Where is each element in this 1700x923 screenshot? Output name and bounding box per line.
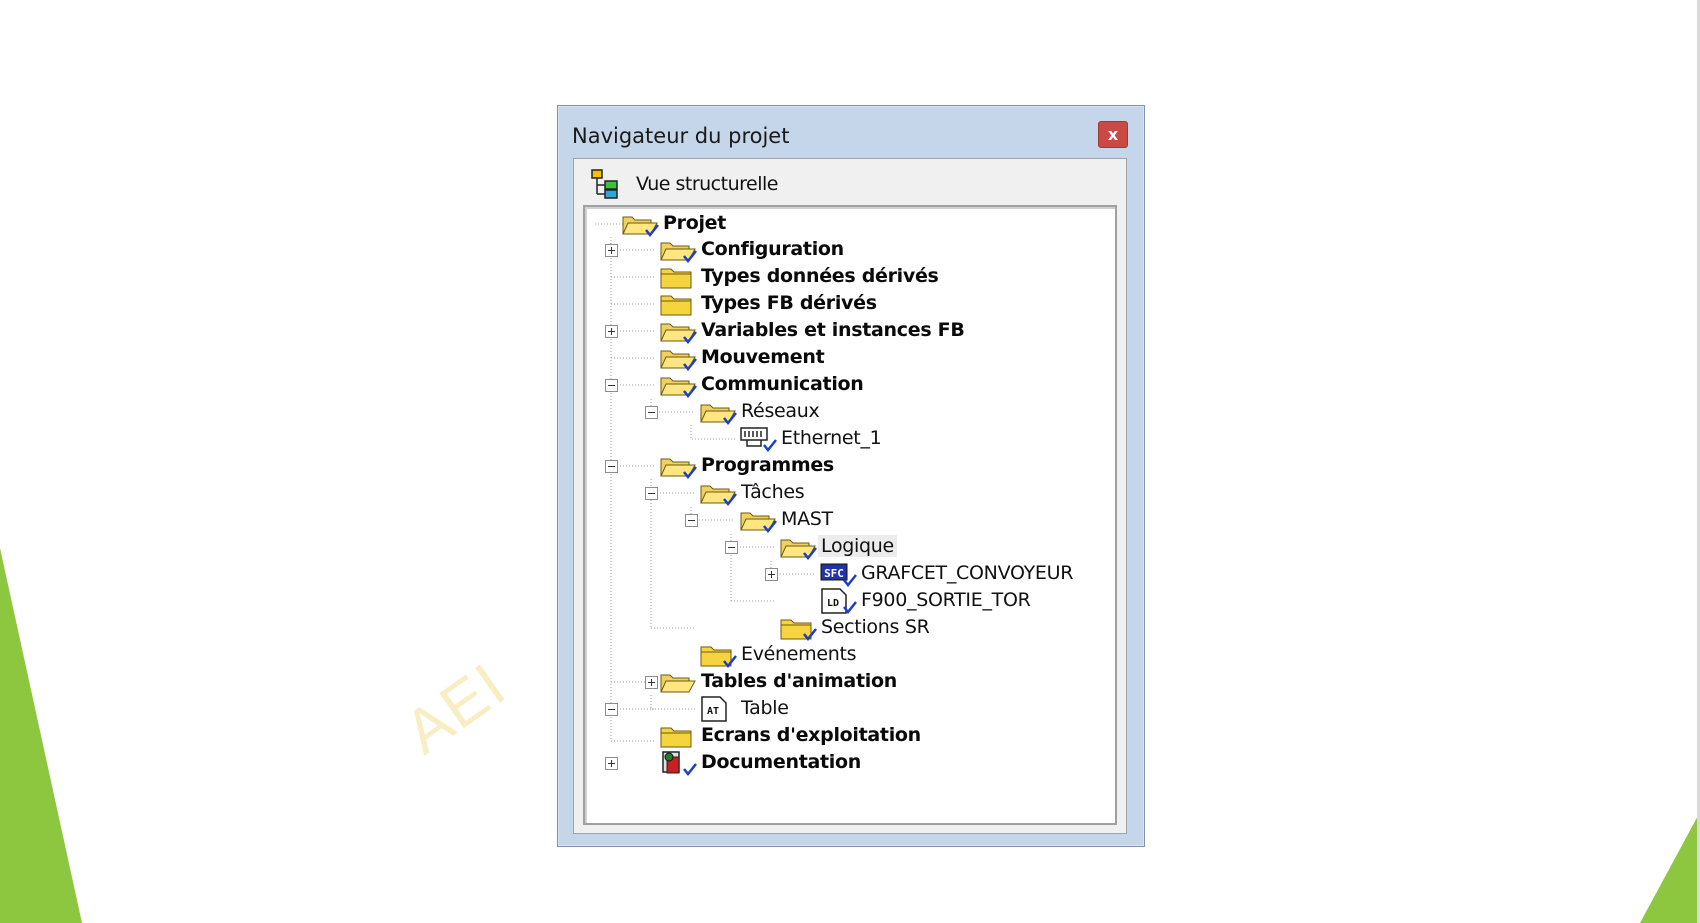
expand-toggle-grafcet[interactable]	[765, 568, 778, 581]
tree-item-label: Communication	[701, 373, 864, 395]
folder-icon	[660, 295, 692, 316]
open-folder-check-icon	[700, 485, 737, 507]
tree-item-label: F900_SORTIE_TOR	[861, 589, 1031, 611]
expand-toggle-configuration[interactable]	[605, 244, 618, 257]
collapse-toggle-reseaux[interactable]	[645, 406, 658, 419]
tree-item-label: Types FB dérivés	[701, 292, 877, 314]
tree-item-label: Tables d'animation	[701, 670, 897, 692]
structure-view-icon	[591, 169, 618, 199]
tree-item-label: Configuration	[701, 238, 844, 260]
ld-tag: LD	[827, 598, 839, 609]
open-folder-check-icon	[700, 404, 737, 426]
collapse-toggle-mast[interactable]	[685, 514, 698, 527]
open-folder-check-icon	[660, 377, 697, 399]
project-navigator-window: Navigateur du projet x Vue structurelle	[557, 105, 1145, 847]
open-folder-check-icon	[780, 539, 817, 561]
documentation-book-icon	[662, 751, 697, 777]
title-bar[interactable]: Navigateur du projet x	[558, 106, 1144, 158]
ld-section-icon: LD	[821, 588, 857, 615]
expand-toggle-variables[interactable]	[605, 325, 618, 338]
close-button[interactable]: x	[1098, 121, 1128, 148]
tree-item-label: GRAFCET_CONVOYEUR	[861, 562, 1074, 584]
view-label: Vue structurelle	[636, 173, 778, 195]
view-selector[interactable]: Vue structurelle	[574, 159, 1126, 205]
open-folder-check-icon	[660, 350, 697, 372]
expand-toggle-documentation[interactable]	[605, 757, 618, 770]
collapse-toggle-taches[interactable]	[645, 487, 658, 500]
expand-toggle-evenements[interactable]	[645, 676, 658, 689]
sfc-section-icon: SFC	[820, 563, 857, 588]
tree-item-label: Tâches	[741, 481, 805, 503]
open-folder-check-icon	[660, 323, 697, 345]
animation-table-icon: AT	[701, 696, 727, 722]
folder-icon	[660, 268, 692, 289]
tree-item-label: Projet	[663, 212, 727, 234]
sfc-tag: SFC	[824, 567, 844, 580]
tree-item-label: Variables et instances FB	[701, 319, 965, 341]
tree-item-label: Evénements	[741, 643, 857, 665]
collapse-toggle-logique[interactable]	[725, 541, 738, 554]
window-title: Navigateur du projet	[572, 124, 790, 148]
collapse-toggle-communication[interactable]	[605, 379, 618, 392]
collapse-toggle-tables-animation[interactable]	[605, 703, 618, 716]
tree-item-label: Ethernet_1	[781, 427, 882, 449]
open-folder-check-icon	[660, 242, 697, 264]
tree-item-label: Types données dérivés	[701, 265, 939, 287]
network-port-icon	[740, 427, 777, 453]
tree-item-label: MAST	[781, 508, 833, 530]
tree-item-label: Mouvement	[701, 346, 825, 368]
tree-item-label: Sections SR	[821, 616, 930, 638]
tree-item-label: Documentation	[701, 751, 862, 773]
tree-item-label: Logique	[818, 535, 897, 557]
open-folder-icon	[660, 674, 696, 693]
tree-item-label: Programmes	[701, 454, 834, 476]
open-folder-check-icon	[622, 216, 659, 238]
folder-check-icon	[700, 646, 737, 669]
tree-item-label: Ecrans d'exploitation	[701, 724, 921, 746]
folder-check-icon	[780, 619, 817, 642]
folder-icon	[660, 727, 692, 748]
at-tag: AT	[707, 706, 719, 717]
tree-item-label: Réseaux	[741, 400, 820, 422]
open-folder-check-icon	[660, 458, 697, 480]
project-tree[interactable]: Projet Configuration Types données dériv…	[583, 205, 1117, 825]
collapse-toggle-programmes[interactable]	[605, 460, 618, 473]
tree-item-label: Table	[741, 697, 789, 719]
open-folder-check-icon	[740, 512, 777, 534]
navigator-panel: Vue structurelle Projet Configuration Ty…	[573, 158, 1127, 834]
